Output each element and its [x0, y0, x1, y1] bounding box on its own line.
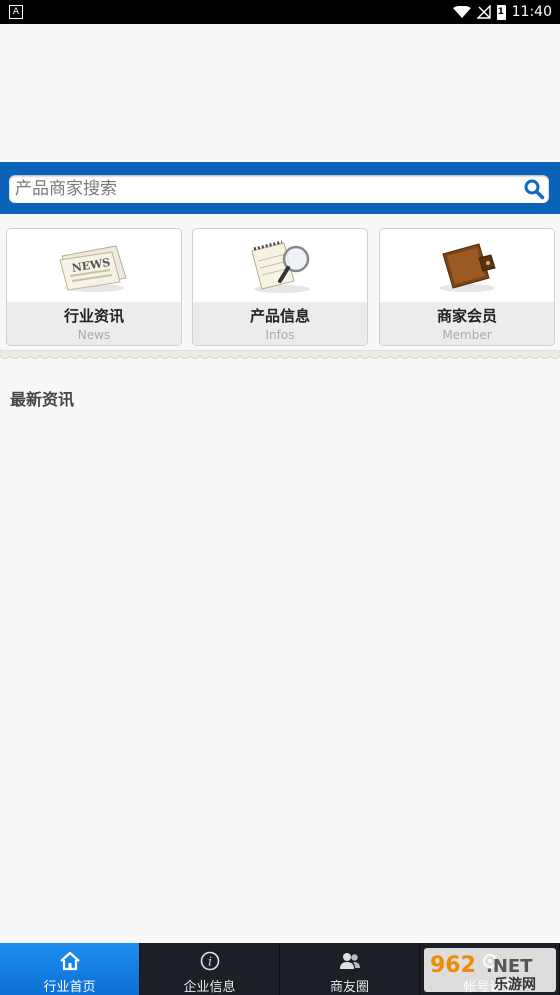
card-news-label: 行业资讯 News	[7, 302, 181, 345]
svg-text:.NET: .NET	[486, 956, 533, 977]
status-bar: A 1 11:40	[0, 0, 560, 24]
card-infos-label: 产品信息 Infos	[193, 302, 367, 345]
card-news[interactable]: NEWS 行业资讯 News	[6, 228, 182, 346]
users-icon	[340, 953, 360, 969]
wallet-icon	[439, 242, 496, 292]
newspaper-icon: NEWS	[59, 244, 127, 292]
svg-text:乐游网: 乐游网	[494, 976, 536, 992]
latest-news-title: 最新资讯	[10, 390, 75, 409]
card-infos-image	[193, 229, 367, 302]
card-member-label: 商家会员 Member	[380, 302, 554, 345]
search-box[interactable]	[9, 175, 549, 203]
search-icon[interactable]	[523, 178, 545, 200]
status-icons: 1 11:40	[452, 2, 552, 22]
svg-text:962: 962	[430, 953, 476, 978]
card-infos-title: 产品信息	[249, 307, 310, 325]
search-bar	[0, 162, 560, 214]
category-cards: NEWS 行业资讯 News 产品信息 Infos 商家会员 Member	[6, 228, 555, 346]
card-news-subtitle: News	[77, 328, 111, 342]
card-infos-subtitle: Infos	[265, 328, 295, 342]
wavy-divider	[0, 350, 560, 359]
battery-icon: 1	[496, 4, 506, 20]
card-member-image	[380, 229, 554, 302]
notebook-magnifier-icon	[251, 240, 310, 293]
site-watermark-logo: 962 .NET 乐游网	[424, 948, 556, 992]
clock: 11:40	[511, 4, 552, 20]
tab-company-info[interactable]: i 企业信息	[140, 943, 280, 995]
svg-text:i: i	[208, 955, 212, 969]
wifi-icon	[452, 6, 471, 18]
card-infos[interactable]: 产品信息 Infos	[192, 228, 368, 346]
tab-business-circle-label: 商友圈	[329, 980, 369, 995]
card-news-title: 行业资讯	[63, 307, 124, 325]
card-news-image: NEWS	[7, 229, 181, 302]
tab-company-info-label: 企业信息	[183, 980, 236, 995]
tab-home[interactable]: 行业首页	[0, 943, 140, 995]
tab-business-circle[interactable]: 商友圈	[280, 943, 420, 995]
home-icon	[60, 951, 80, 971]
banner-area	[0, 24, 560, 162]
notification-a-icon: A	[9, 5, 23, 19]
info-icon: i	[200, 951, 220, 971]
tab-home-label: 行业首页	[43, 980, 96, 995]
no-signal-icon	[476, 5, 491, 19]
card-member[interactable]: 商家会员 Member	[379, 228, 555, 346]
card-member-title: 商家会员	[436, 307, 497, 325]
card-member-subtitle: Member	[442, 328, 492, 342]
search-input[interactable]	[9, 175, 485, 203]
